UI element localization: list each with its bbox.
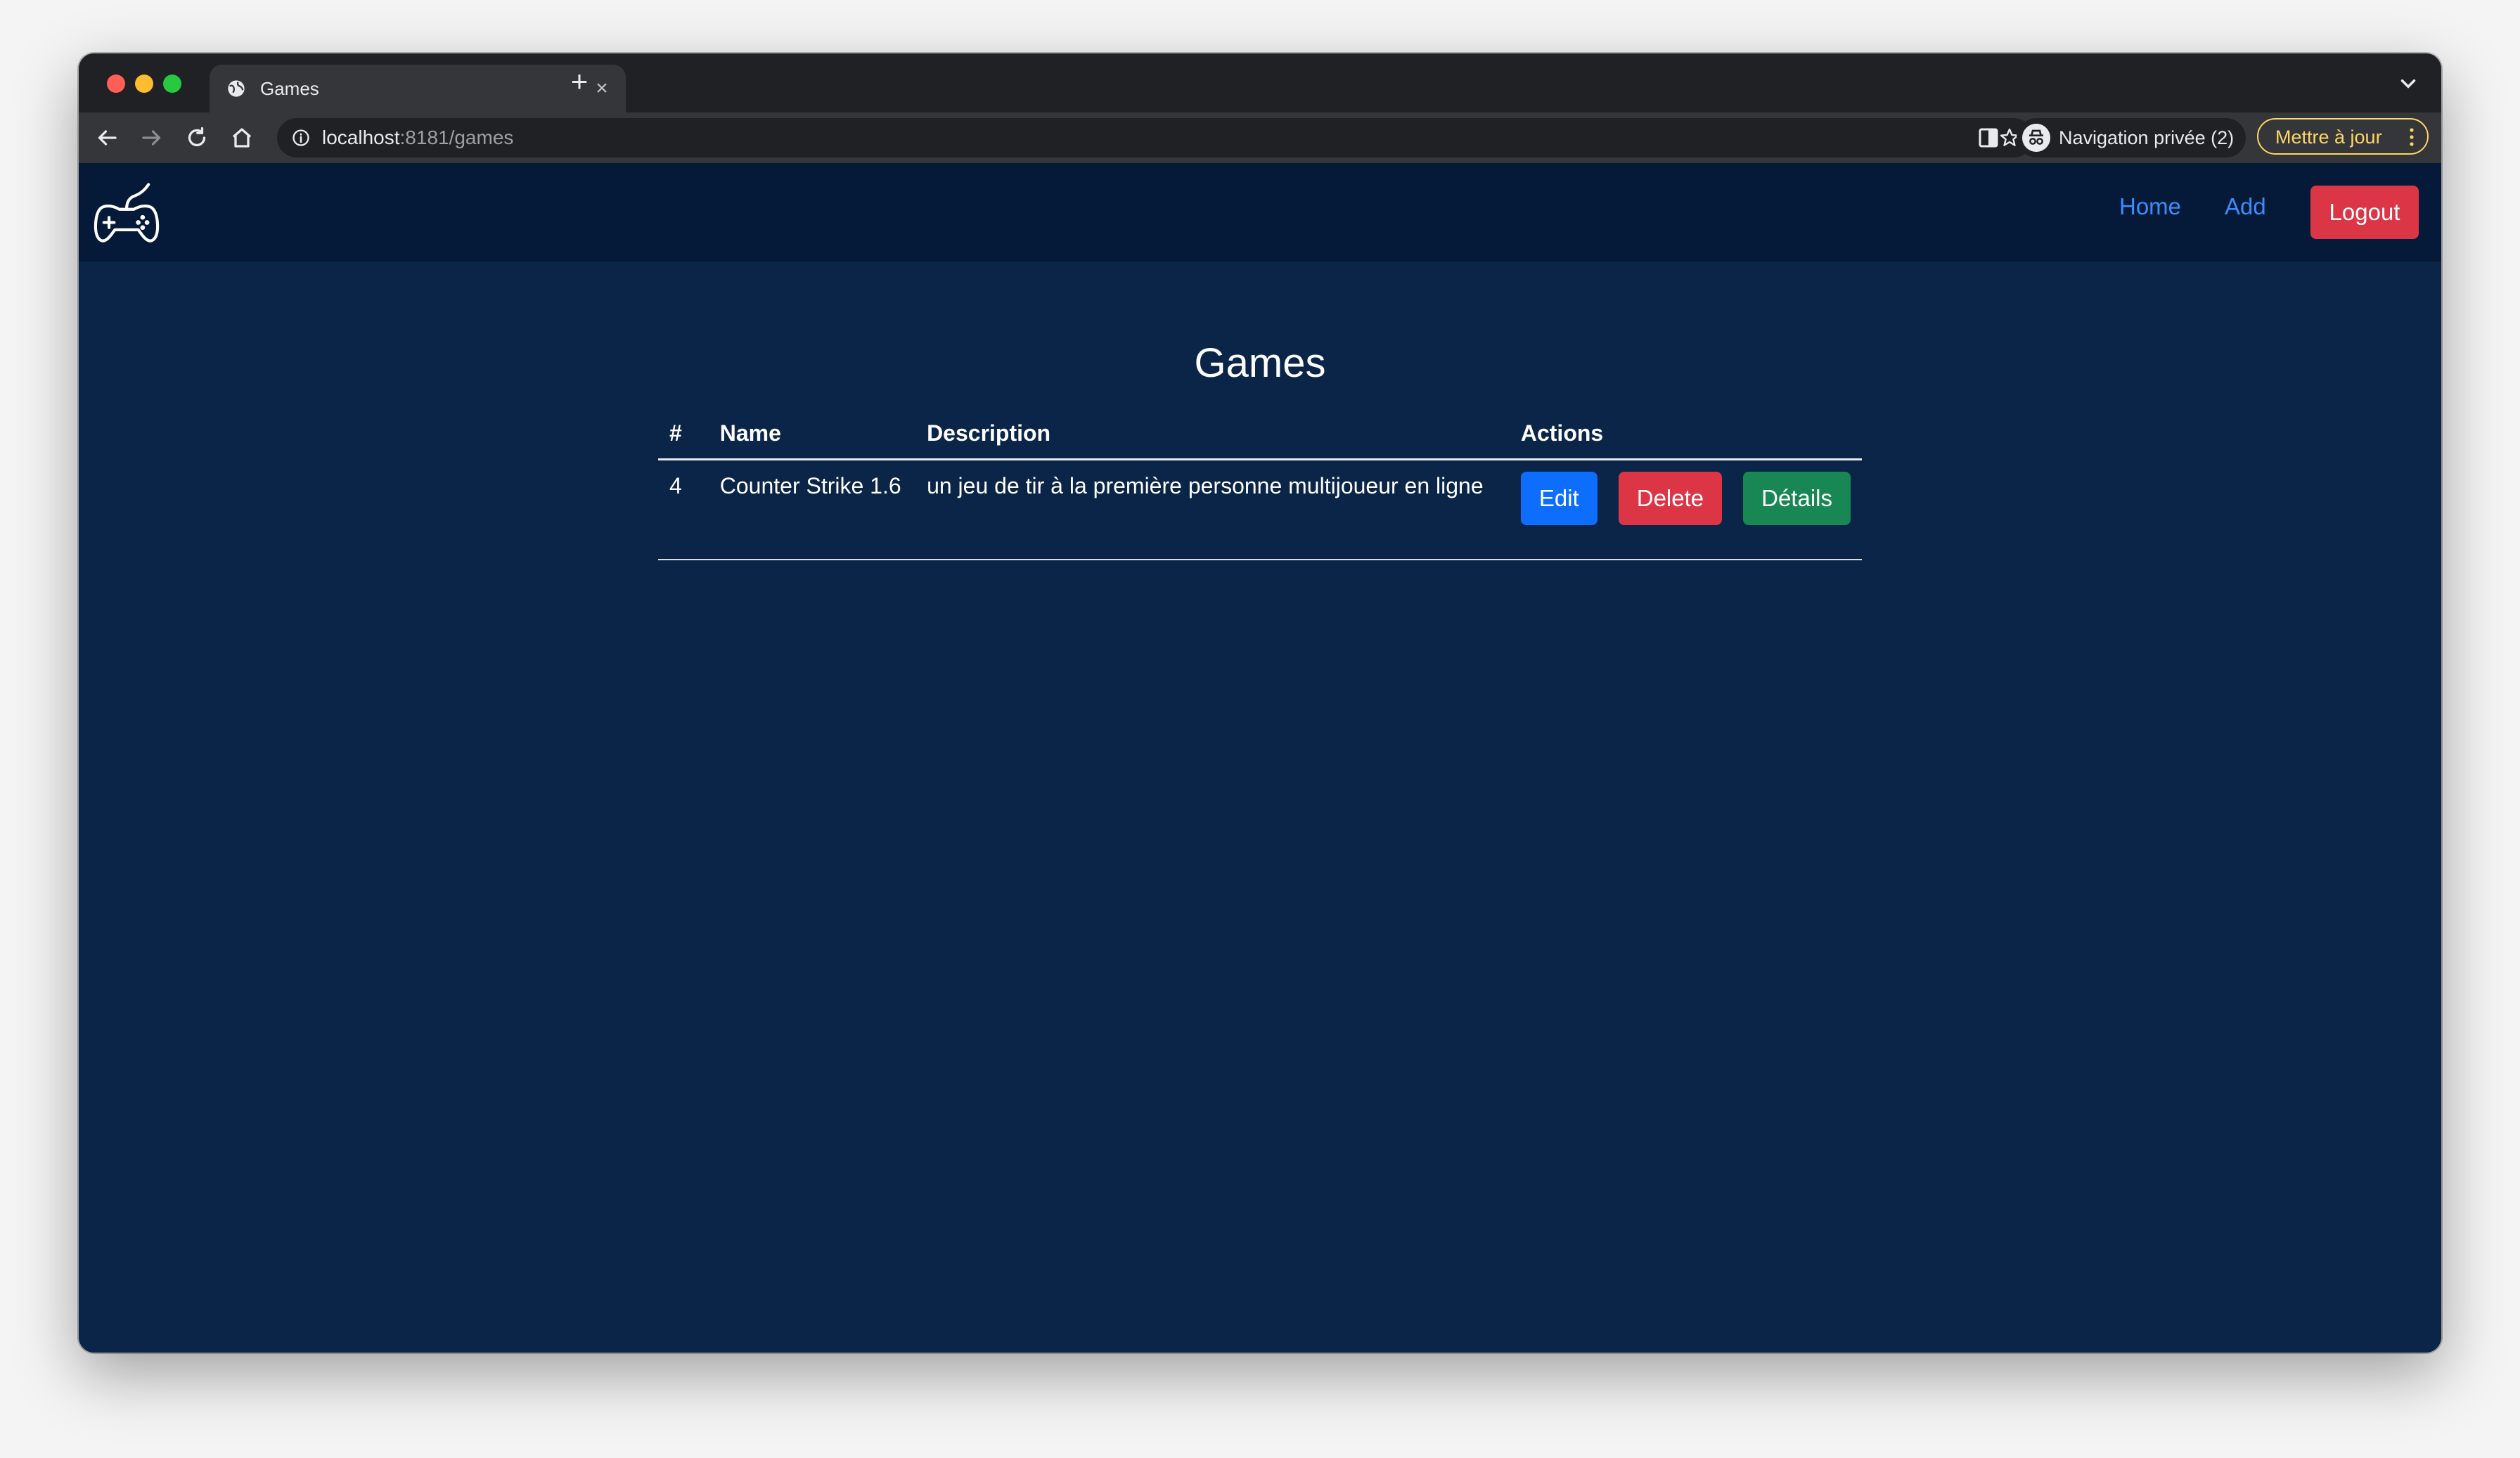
details-button[interactable]: Détails [1743, 472, 1851, 525]
page-title-text: Games [1194, 340, 1326, 386]
incognito-icon [2022, 124, 2050, 152]
cell-actions: Edit Delete Détails [1509, 459, 1862, 560]
tab-strip: Games × + [79, 53, 2441, 112]
cell-id: 4 [658, 459, 709, 560]
more-vert-icon [2410, 128, 2414, 146]
nav-home-link[interactable]: Home [2119, 193, 2181, 221]
url-host: localhost [322, 127, 400, 148]
update-label: Mettre à jour [2275, 127, 2382, 148]
url-text: localhost:8181/games [322, 127, 513, 149]
chevron-down-icon[interactable] [2396, 72, 2420, 96]
games-table: # Name Description Actions 4 Counter Str… [658, 409, 1862, 560]
column-header-id: # [658, 409, 709, 460]
minimize-window-button[interactable] [135, 75, 153, 93]
page-title: Games [79, 339, 2441, 388]
globe-icon [228, 80, 245, 97]
home-icon[interactable] [229, 125, 255, 150]
gamepad-icon[interactable] [90, 177, 163, 250]
new-tab-button[interactable]: + [564, 66, 595, 97]
table-header-row: # Name Description Actions [658, 409, 1862, 460]
nav-add-link[interactable]: Add [2225, 193, 2266, 221]
site-navbar: Home Add Logout [79, 163, 2441, 262]
incognito-label: Navigation privée (2) [2059, 127, 2235, 148]
column-header-actions: Actions [1509, 409, 1862, 460]
logout-button[interactable]: Logout [2310, 186, 2419, 239]
cell-description: un jeu de tir à la première personne mul… [915, 459, 1510, 560]
back-arrow-icon[interactable] [94, 125, 120, 150]
forward-arrow-icon[interactable] [139, 125, 165, 150]
column-header-name: Name [708, 409, 916, 460]
close-window-button[interactable] [107, 75, 125, 93]
browser-toolbar: localhost:8181/games Navigation privée (… [79, 112, 2441, 163]
cell-name: Counter Strike 1.6 [708, 459, 916, 560]
incognito-profile-button[interactable]: Navigation privée (2) [2017, 118, 2246, 157]
browser-window: Games × + localhost:8181/games Navigatio… [79, 53, 2441, 1353]
edit-button[interactable]: Edit [1520, 472, 1598, 525]
web-page: Home Add Logout Games # Name Description… [79, 163, 2441, 1353]
url-path: :8181/games [399, 127, 514, 148]
update-chrome-button[interactable]: Mettre à jour [2257, 118, 2429, 155]
address-bar[interactable]: localhost:8181/games [277, 118, 2033, 157]
delete-button[interactable]: Delete [1618, 472, 1723, 525]
tab-title: Games [260, 78, 319, 99]
column-header-description: Description [915, 409, 1510, 460]
side-panel-icon[interactable] [1976, 125, 2001, 150]
table-row: 4 Counter Strike 1.6 un jeu de tir à la … [658, 459, 1862, 560]
info-icon[interactable] [291, 128, 311, 148]
maximize-window-button[interactable] [163, 75, 181, 93]
reload-icon[interactable] [184, 125, 210, 150]
